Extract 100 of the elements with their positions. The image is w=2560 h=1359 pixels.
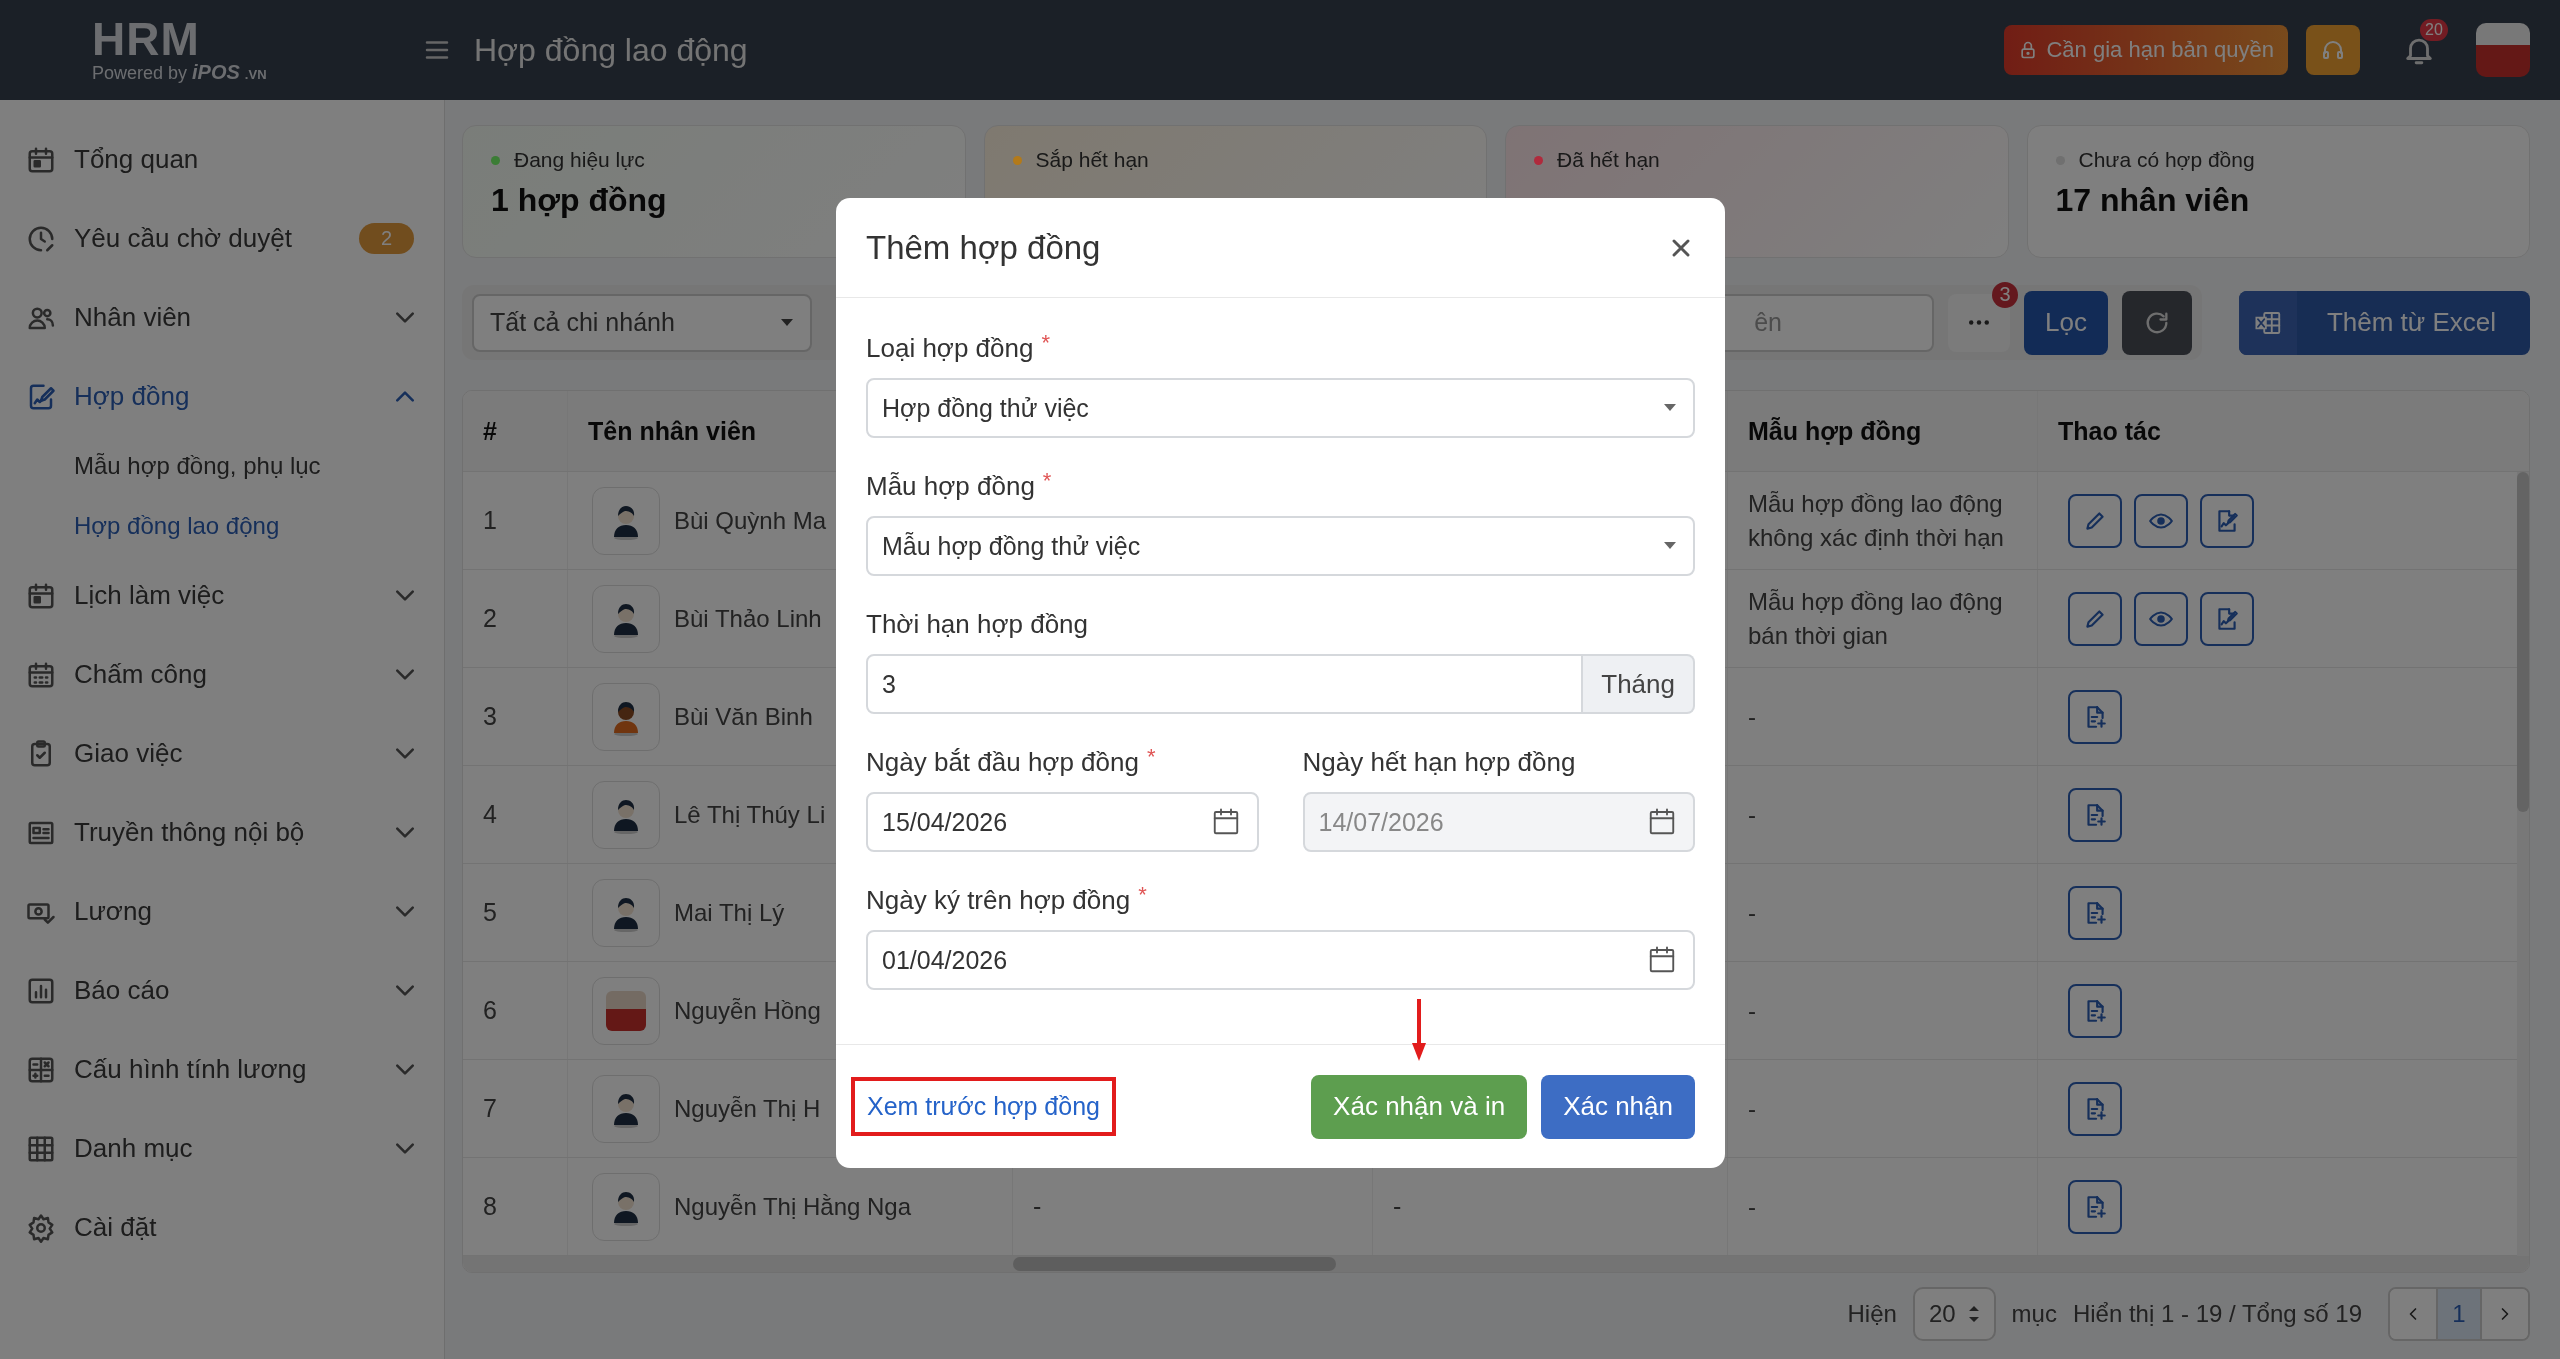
confirm-button[interactable]: Xác nhận [1541, 1074, 1695, 1139]
employee-name: Bùi Văn Binh [674, 702, 813, 731]
field-label: Thời hạn hợp đồng [866, 608, 1089, 640]
sidebar-item[interactable]: Giao việc [0, 714, 444, 793]
preview-link[interactable]: Xem trước hợp đồng [867, 1092, 1100, 1120]
sidebar-item[interactable]: Chấm công [0, 635, 444, 714]
refresh-button[interactable] [2122, 290, 2192, 355]
edit-button[interactable] [2068, 493, 2122, 548]
tagline: Powered by [92, 62, 188, 84]
field-label: Ngày hết hạn hợp đồng [1302, 746, 1576, 778]
table-cell: - [1033, 1192, 1042, 1221]
column-header: Tên nhân viên [588, 416, 757, 446]
date-field[interactable]: 01/04/2026 [866, 930, 1695, 990]
sidebar-item[interactable]: Lương [0, 872, 444, 951]
page-size-select[interactable]: 20 [1912, 1287, 1996, 1341]
employee-name: Mai Thị Lý [674, 898, 785, 927]
employee-name: Nguyễn Hồng [674, 996, 821, 1025]
template-name: Mẫu hợp đồng lao động bán thời gian [1748, 586, 2004, 651]
card-label: Đang hiệu lực [514, 148, 645, 172]
view-button[interactable] [2134, 591, 2188, 646]
card-label: Đã hết hạn [1557, 148, 1660, 172]
employee-name: Lê Thị Thúy Li [674, 800, 826, 829]
edit-button[interactable] [2068, 591, 2122, 646]
unit-label: Tháng [1583, 654, 1695, 714]
add-contract-button[interactable] [2068, 1081, 2122, 1136]
row-number: 8 [483, 1192, 497, 1221]
sidebar-item[interactable]: Lịch làm việc [0, 556, 444, 635]
employee-name: Nguyễn Thị H [674, 1094, 821, 1123]
sort-arrows-icon [1967, 1305, 1980, 1323]
template-name: - [1748, 799, 1756, 830]
confirm-print-button[interactable]: Xác nhận và in [1311, 1074, 1528, 1139]
filter-button[interactable]: Lọc [2024, 290, 2108, 355]
sidebar-item[interactable]: Nhân viên [0, 278, 444, 357]
sidebar-item[interactable]: Cài đặt [0, 1188, 444, 1267]
branch-select[interactable]: Tất cả chi nhánh [472, 293, 812, 352]
page-button[interactable]: 1 [2436, 1289, 2482, 1339]
column-header: # [483, 416, 497, 446]
sidebar-item[interactable]: Yêu cầu chờ duyệt 2 [0, 199, 444, 278]
dots-icon [1969, 320, 1989, 325]
view-button[interactable] [2134, 493, 2188, 548]
support-button[interactable] [2306, 25, 2360, 75]
template-name: - [1748, 1093, 1756, 1124]
brand-name: iPOS [192, 60, 240, 84]
add-contract-button[interactable] [2068, 787, 2122, 842]
sidebar-item[interactable]: Cấu hình tính lương [0, 1030, 444, 1109]
license-button[interactable]: Cần gia hạn bản quyền [2004, 25, 2288, 75]
required-mark: * [1138, 882, 1147, 908]
page-summary: Hiển thị 1 - 19 / Tổng số 19 [2072, 1300, 2362, 1328]
sidebar-item[interactable]: Truyền thông nội bộ [0, 793, 444, 872]
count-badge: 3 [1992, 281, 2018, 308]
template-name: - [1748, 1191, 1756, 1222]
app-logo: HRM [92, 16, 200, 61]
brand-suffix: .VN [244, 66, 267, 82]
date-field[interactable]: 15/04/2026 [866, 792, 1259, 852]
column-header: Mẫu hợp đồng [1748, 416, 1922, 446]
row-number: 4 [483, 800, 497, 829]
sidebar-item[interactable]: Báo cáo [0, 951, 444, 1030]
add-contract-button[interactable] [2068, 689, 2122, 744]
row-number: 7 [483, 1094, 497, 1123]
row-number: 1 [483, 506, 497, 535]
calendar-icon [1647, 807, 1677, 837]
sidebar-item[interactable]: Tổng quan [0, 120, 444, 199]
submenu-item[interactable]: Mẫu hợp đồng, phụ lục [0, 436, 444, 496]
template-name: Mẫu hợp đồng lao động không xác định thời hạn [1748, 488, 2005, 553]
page-title: Hợp đồng lao động [474, 31, 749, 69]
add-contract-button[interactable] [2068, 885, 2122, 940]
card-value: 17 nhân viên [2055, 182, 2251, 219]
card-label: Sắp hết hạn [1035, 148, 1149, 172]
select-field[interactable]: Hợp đồng thử việc [866, 378, 1695, 438]
horizontal-scrollbar[interactable] [463, 1256, 2529, 1272]
vertical-scrollbar[interactable] [2517, 472, 2529, 1256]
sign-button[interactable] [2200, 493, 2254, 548]
photo-placeholder[interactable] [2476, 23, 2530, 77]
row-number: 3 [483, 702, 497, 731]
table-cell: - [1393, 1192, 1402, 1221]
field-label: Ngày ký trên hợp đồng [866, 884, 1131, 916]
add-contract-button[interactable] [2068, 983, 2122, 1038]
required-mark: * [1146, 744, 1156, 770]
field-label: Mẫu hợp đồng [866, 470, 1035, 502]
template-name: - [1748, 701, 1756, 732]
page-size-label: Hiện [1847, 1300, 1897, 1328]
page-size-unit: mục [2011, 1300, 2057, 1328]
calendar-icon [1647, 945, 1677, 975]
select-field[interactable]: Mẫu hợp đồng thử việc [866, 516, 1695, 576]
card-value: 1 hợp đồng [491, 182, 668, 219]
sidebar-item[interactable]: Danh mục [0, 1109, 444, 1188]
row-number: 5 [483, 898, 497, 927]
sign-button[interactable] [2200, 591, 2254, 646]
input-field[interactable]: 3 [866, 654, 1584, 714]
add-contract-button[interactable] [2068, 1179, 2122, 1234]
field-label: Ngày bắt đầu hợp đồng [866, 746, 1139, 778]
template-name: - [1748, 995, 1756, 1026]
sidebar-item[interactable]: Hợp đồng [0, 357, 444, 436]
template-name: - [1748, 897, 1756, 928]
import-excel-button[interactable]: Thêm từ Excel [2238, 290, 2530, 355]
employee-name: Nguyễn Thị Hằng Nga [674, 1192, 912, 1221]
column-header: Thao tác [2058, 416, 2161, 446]
count-badge: 2 [358, 223, 414, 254]
submenu-item[interactable]: Hợp đồng lao động [0, 496, 444, 556]
headset-icon [2321, 38, 2345, 62]
